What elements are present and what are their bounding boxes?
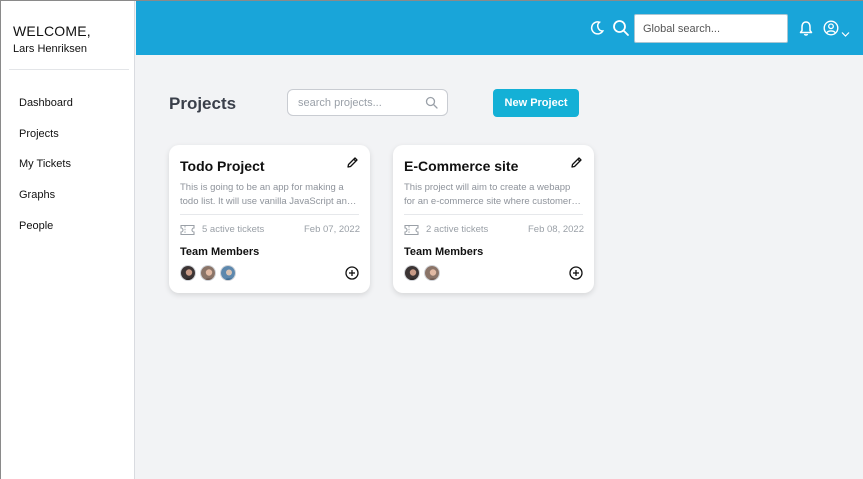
chevron-down-icon[interactable] — [841, 25, 850, 43]
ticket-icon — [180, 223, 195, 241]
user-name: Lars Henriksen — [13, 43, 87, 55]
user-circle-icon[interactable] — [823, 20, 839, 41]
search-icon[interactable] — [612, 19, 630, 42]
card-divider — [180, 214, 359, 215]
project-search-input[interactable] — [298, 90, 423, 115]
moon-icon[interactable] — [589, 20, 605, 41]
team-avatars — [180, 265, 240, 281]
add-member-icon[interactable] — [569, 266, 583, 285]
project-title[interactable]: Todo Project — [180, 158, 265, 174]
avatar[interactable] — [200, 265, 216, 281]
welcome-heading: WELCOME, — [13, 23, 91, 39]
team-members-label: Team Members — [404, 246, 484, 258]
new-project-button[interactable]: New Project — [493, 89, 579, 117]
project-card[interactable]: E-Commerce site This project will aim to… — [393, 145, 594, 293]
project-date: Feb 08, 2022 — [528, 224, 584, 235]
project-description: This project will aim to create a webapp… — [404, 182, 577, 207]
avatar[interactable] — [404, 265, 420, 281]
bell-icon[interactable] — [798, 20, 814, 42]
sidebar-item-people[interactable]: People — [19, 220, 53, 232]
card-divider — [404, 214, 583, 215]
project-search-box[interactable] — [287, 89, 448, 116]
add-member-icon[interactable] — [345, 266, 359, 285]
pencil-icon[interactable] — [346, 156, 359, 174]
search-icon[interactable] — [425, 96, 438, 114]
top-bar — [136, 1, 863, 55]
team-avatars — [404, 265, 444, 281]
sidebar-item-projects[interactable]: Projects — [19, 128, 59, 140]
avatar[interactable] — [180, 265, 196, 281]
avatar[interactable] — [424, 265, 440, 281]
project-description: This is going to be an app for making a … — [180, 182, 353, 207]
pencil-icon[interactable] — [570, 156, 583, 174]
global-search-input[interactable] — [634, 14, 788, 43]
project-date: Feb 07, 2022 — [304, 224, 360, 235]
sidebar-item-graphs[interactable]: Graphs — [19, 189, 55, 201]
active-ticket-count: 5 active tickets — [202, 224, 265, 235]
page-title: Projects — [169, 94, 237, 113]
project-card[interactable]: Todo Project This is going to be an app … — [169, 145, 370, 293]
ticket-icon — [404, 223, 419, 241]
active-ticket-count: 2 active tickets — [426, 224, 489, 235]
project-title[interactable]: E-Commerce site — [404, 158, 518, 174]
avatar[interactable] — [220, 265, 236, 281]
sidebar-item-dashboard[interactable]: Dashboard — [19, 97, 73, 109]
sidebar-item-my-tickets[interactable]: My Tickets — [19, 158, 71, 170]
sidebar: WELCOME, Lars Henriksen Dashboard Projec… — [1, 1, 135, 479]
team-members-label: Team Members — [180, 246, 260, 258]
sidebar-divider — [9, 69, 129, 70]
